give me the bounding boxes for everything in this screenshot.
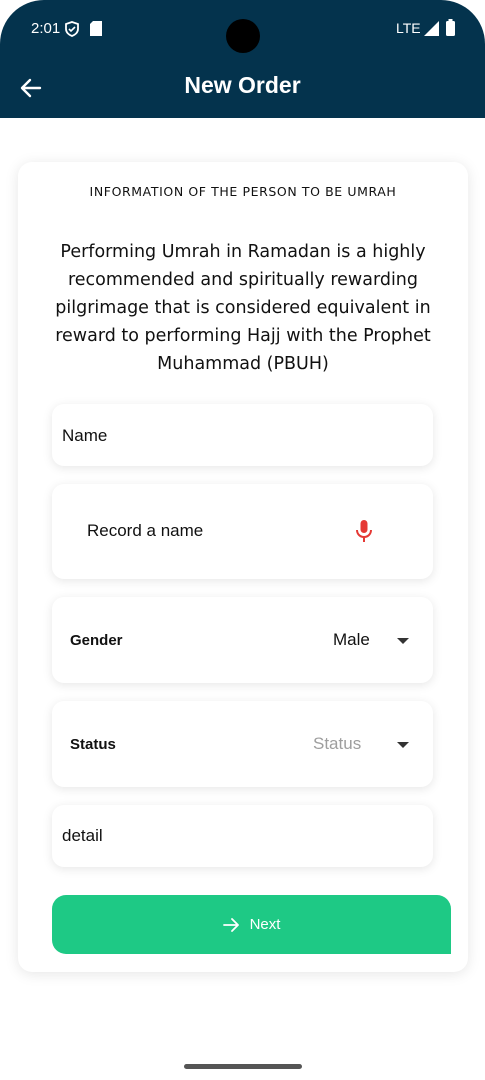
camera-cutout: [226, 19, 260, 53]
detail-placeholder: detail: [62, 826, 103, 845]
sim-card-icon: [90, 21, 102, 36]
status-label: Status: [70, 736, 116, 753]
signal-icon: [424, 21, 439, 36]
arrow-right-icon: [222, 917, 239, 932]
status-select[interactable]: Status Status: [52, 701, 433, 787]
gender-dropdown-icon[interactable]: [397, 638, 409, 644]
home-indicator[interactable]: [184, 1064, 302, 1069]
order-form-card: INFORMATION OF THE PERSON TO BE UMRAH Pe…: [18, 162, 468, 972]
page-title: New Order: [184, 72, 301, 98]
record-name-label: Record a name: [87, 521, 204, 540]
gender-select[interactable]: Gender Male: [52, 597, 433, 683]
status-dropdown-icon[interactable]: [397, 742, 409, 748]
app-header: 2:01 LTE New Order: [0, 0, 485, 118]
microphone-icon[interactable]: [354, 519, 374, 543]
network-type: LTE: [396, 20, 421, 36]
intro-text: Performing Umrah in Ramadan is a highly …: [55, 242, 431, 374]
form-heading: INFORMATION OF THE PERSON TO BE UMRAH: [89, 184, 397, 199]
status-time: 2:01: [31, 20, 61, 37]
name-placeholder: Name: [62, 426, 108, 445]
battery-icon: [446, 19, 455, 36]
next-button-label: Next: [249, 916, 281, 933]
detail-field[interactable]: detail: [52, 805, 433, 867]
gender-label: Gender: [70, 632, 123, 649]
status-placeholder: Status: [313, 734, 362, 753]
next-button-content: Next: [52, 895, 451, 954]
next-button[interactable]: Next: [52, 895, 451, 954]
gender-value: Male: [333, 630, 370, 649]
shield-icon: [65, 21, 79, 37]
status-bar: 2:01 LTE: [0, 0, 485, 58]
record-name-field[interactable]: Record a name: [52, 484, 433, 579]
name-field[interactable]: Name: [52, 404, 433, 466]
phone-screen: 2:01 LTE New Order INFORMATION OF THE PE…: [0, 0, 485, 1080]
